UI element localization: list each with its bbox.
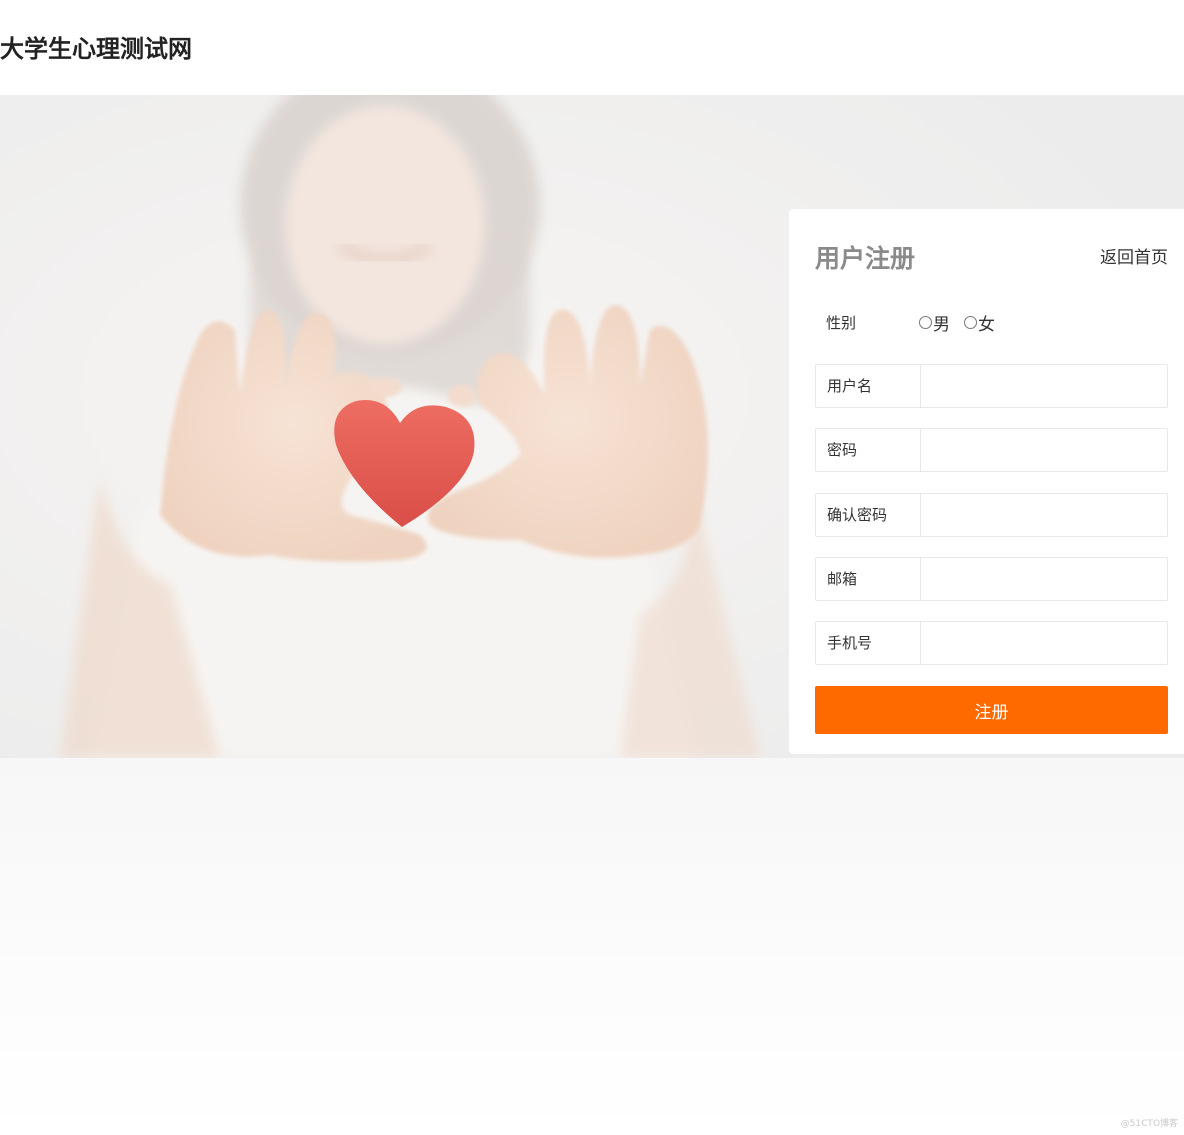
phone-row: 手机号 [815,621,1168,665]
gender-row: 性别 男 女 [815,307,1168,337]
email-label: 邮箱 [816,558,921,600]
username-label: 用户名 [816,365,921,407]
password-label: 密码 [816,429,921,471]
password-row: 密码 [815,428,1168,472]
gender-female-label: 女 [978,315,995,335]
register-title: 用户注册 [815,244,916,273]
confirm-password-input[interactable] [922,494,1167,536]
gender-label: 性别 [826,314,857,332]
password-input[interactable] [922,429,1167,471]
username-row: 用户名 [815,364,1168,408]
gender-male-label: 男 [933,315,950,335]
page-background [0,758,1184,1135]
site-header: 大学生心理测试网 [0,0,1184,95]
email-row: 邮箱 [815,557,1168,601]
gender-male-option[interactable]: 男 [919,310,950,335]
confirm-password-row: 确认密码 [815,493,1168,537]
email-input[interactable] [922,558,1167,600]
site-title: 大学生心理测试网 [0,35,192,63]
phone-label: 手机号 [816,622,921,664]
radio-button-female[interactable] [964,316,977,329]
phone-input[interactable] [922,622,1167,664]
radio-button-male[interactable] [919,316,932,329]
gender-female-option[interactable]: 女 [964,310,995,335]
watermark: @51CTO博客 [1120,1119,1178,1129]
username-input[interactable] [922,365,1167,407]
confirm-password-label: 确认密码 [816,494,921,536]
register-button[interactable]: 注册 [815,686,1168,734]
back-home-link[interactable]: 返回首页 [1100,246,1168,270]
register-panel: 用户注册 返回首页 性别 男 女 用户名 密码 确认密码 邮箱 手机号 注册 [789,209,1184,754]
